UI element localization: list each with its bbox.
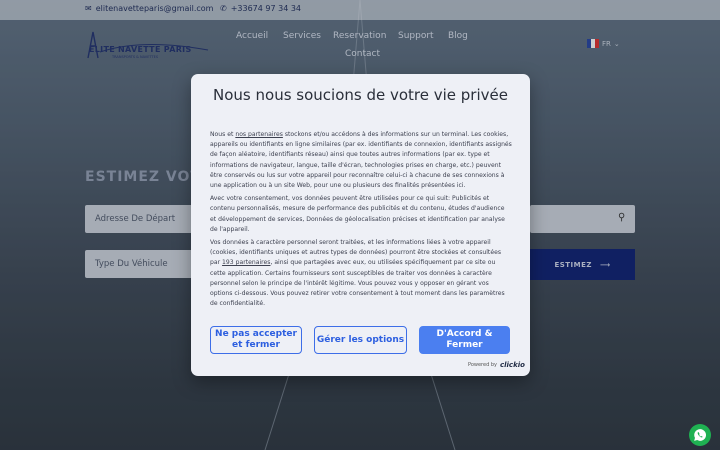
consent-body: Nous et nos partenaires stockons et/ou a… [210, 130, 512, 312]
partners-count-link[interactable]: 193 partenaires [222, 259, 270, 266]
consent-dialog: Nous nous soucions de votre vie privée N… [191, 74, 530, 376]
powered-by[interactable]: Powered by clickio [468, 361, 525, 369]
consent-paragraph-2: Avec votre consentement, vos données peu… [210, 195, 505, 233]
whatsapp-button[interactable] [689, 424, 711, 446]
consent-paragraph-3: Vos données à caractère personnel seront… [210, 239, 505, 308]
manage-options-button[interactable]: Gérer les options [314, 326, 407, 354]
clickio-logo: clickio [499, 361, 525, 369]
partners-link[interactable]: nos partenaires [235, 131, 283, 138]
whatsapp-icon [694, 429, 707, 441]
consent-title: Nous nous soucions de votre vie privée [213, 86, 508, 104]
powered-by-label: Powered by [468, 362, 497, 368]
consent-paragraph-1: Nous et nos partenaires stockons et/ou a… [210, 131, 512, 190]
reject-and-close-button[interactable]: Ne pas accepter et fermer [210, 326, 302, 354]
accept-and-close-button[interactable]: D'Accord & Fermer [419, 326, 510, 354]
